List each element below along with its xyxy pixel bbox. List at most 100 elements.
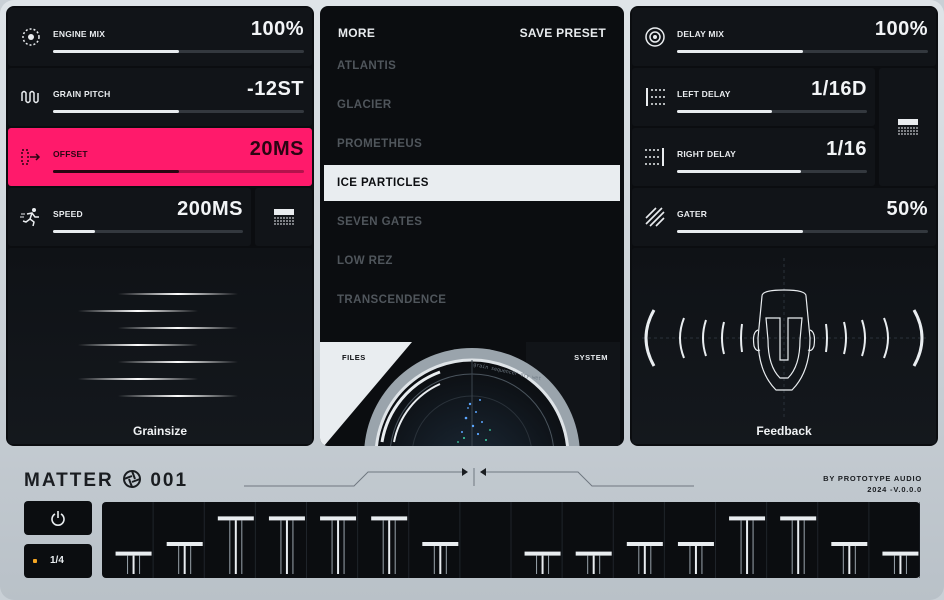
- step-fader[interactable]: [882, 551, 919, 574]
- diagonal-lines-icon: [645, 207, 665, 227]
- gater-label: GATER: [677, 209, 708, 219]
- offset-fill: [53, 170, 179, 173]
- right-delay-slider[interactable]: [677, 170, 867, 173]
- step-fader[interactable]: [371, 516, 408, 574]
- offset-value: 20MS: [249, 138, 304, 160]
- grain-pitch-control[interactable]: GRAIN PITCH -12ST: [8, 68, 312, 126]
- step-sequencer[interactable]: [102, 502, 920, 578]
- offset-slider[interactable]: [53, 170, 304, 173]
- grainsize-label: Grainsize: [132, 424, 188, 438]
- step-fader-cap[interactable]: [422, 542, 459, 546]
- step-fader-cap[interactable]: [524, 551, 561, 556]
- engine-mix-slider[interactable]: [53, 50, 304, 53]
- step-fader-cap[interactable]: [268, 516, 305, 521]
- offset-control[interactable]: OFFSET 20MS: [8, 128, 312, 186]
- speed-fill: [53, 230, 95, 233]
- step-fader-cap[interactable]: [217, 516, 254, 521]
- step-fader[interactable]: [575, 551, 612, 574]
- more-button[interactable]: MORE: [338, 26, 375, 40]
- right-delay-control[interactable]: RIGHT DELAY 1/16: [632, 128, 875, 186]
- step-fader[interactable]: [217, 516, 254, 574]
- gater-control[interactable]: GATER 50%: [632, 188, 936, 246]
- offset-arrow-icon: [21, 149, 41, 165]
- feedback-head-graphic: [642, 258, 926, 418]
- delay-mix-slider[interactable]: [677, 50, 928, 53]
- step-fader-cap[interactable]: [882, 551, 919, 556]
- step-fader[interactable]: [320, 516, 357, 574]
- maker-label: BY PROTOTYPE AUDIO: [823, 474, 922, 483]
- wave-icon: [21, 90, 39, 104]
- grain-pitch-label: GRAIN PITCH: [53, 89, 111, 99]
- step-fader-cap[interactable]: [677, 542, 714, 546]
- step-fader[interactable]: [831, 542, 868, 574]
- delay-mix-control[interactable]: DELAY MIX 100%: [632, 8, 936, 66]
- step-fader[interactable]: [524, 551, 561, 574]
- step-fader[interactable]: [729, 516, 766, 574]
- preset-item[interactable]: LOW REZ: [324, 243, 620, 279]
- grain-pitch-slider[interactable]: [53, 110, 304, 113]
- engine-mix-value: 100%: [250, 18, 304, 40]
- preset-item[interactable]: SEVEN GATES: [324, 204, 620, 240]
- preset-item[interactable]: ATLANTIS: [324, 48, 620, 84]
- gater-slider[interactable]: [677, 230, 928, 233]
- system-tab[interactable]: SYSTEM: [574, 353, 608, 362]
- left-delay-label: LEFT DELAY: [677, 89, 731, 99]
- gater-value: 50%: [886, 198, 928, 220]
- step-fader-cap[interactable]: [831, 542, 868, 546]
- center-panel: MORE SAVE PRESET ATLANTIS GLACIER PROMET…: [320, 6, 624, 446]
- brand-model: 001: [150, 470, 189, 491]
- preset-item-selected[interactable]: ICE PARTICLES: [324, 165, 620, 201]
- right-delay-label: RIGHT DELAY: [677, 149, 737, 159]
- right-delay-fill: [677, 170, 801, 173]
- speed-menu-button[interactable]: [255, 188, 312, 246]
- grainsize-visualizer[interactable]: Grainsize: [8, 248, 312, 444]
- step-fader-cap[interactable]: [166, 542, 203, 546]
- rate-button[interactable]: 1/4: [24, 544, 92, 578]
- feedback-visualizer[interactable]: Feedback: [632, 248, 936, 444]
- step-fader[interactable]: [115, 551, 152, 574]
- step-fader[interactable]: [422, 542, 459, 574]
- step-fader-cap[interactable]: [780, 516, 817, 521]
- sequencer-steps[interactable]: [102, 502, 920, 578]
- left-panel: ENGINE MIX 100% GRAIN PITCH -12ST OFFSET…: [6, 6, 314, 446]
- dot-grid-icon: [645, 148, 664, 166]
- power-button[interactable]: [24, 501, 92, 535]
- speed-control[interactable]: SPEED 200MS: [8, 188, 251, 246]
- step-fader-cap[interactable]: [575, 551, 612, 556]
- left-delay-slider[interactable]: [677, 110, 867, 113]
- rate-led-icon: [33, 559, 37, 563]
- gater-fill: [677, 230, 803, 233]
- preset-item[interactable]: PROMETHEUS: [324, 126, 620, 162]
- step-fader[interactable]: [268, 516, 305, 574]
- step-fader[interactable]: [780, 516, 817, 574]
- grain-pitch-value: -12ST: [247, 78, 304, 100]
- left-delay-control[interactable]: LEFT DELAY 1/16D: [632, 68, 875, 126]
- right-delay-value: 1/16: [826, 138, 867, 160]
- runner-icon: [20, 208, 39, 227]
- menu-bars-icon: [897, 119, 918, 135]
- files-tab[interactable]: FILES: [342, 353, 366, 362]
- preset-item[interactable]: GLACIER: [324, 87, 620, 123]
- aperture-logo-icon: [123, 470, 142, 488]
- save-preset-button[interactable]: SAVE PRESET: [520, 26, 606, 40]
- version-label: 2024 -V.0.0.0: [867, 485, 922, 494]
- power-icon: [51, 511, 65, 526]
- preset-item[interactable]: TRANSCENDENCE: [324, 282, 620, 318]
- step-fader-cap[interactable]: [626, 542, 663, 546]
- delay-mix-value: 100%: [874, 18, 928, 40]
- step-fader[interactable]: [166, 542, 203, 574]
- step-fader-cap[interactable]: [729, 516, 766, 521]
- speed-label: SPEED: [53, 209, 83, 219]
- step-fader[interactable]: [677, 542, 714, 574]
- step-fader-cap[interactable]: [115, 551, 152, 556]
- offset-label: OFFSET: [53, 149, 88, 159]
- left-delay-fill: [677, 110, 772, 113]
- step-fader-cap[interactable]: [371, 516, 408, 521]
- brand-name: MATTER: [24, 470, 114, 491]
- speed-value: 200MS: [177, 198, 243, 220]
- engine-mix-control[interactable]: ENGINE MIX 100%: [8, 8, 312, 66]
- delay-menu-button[interactable]: [879, 68, 936, 186]
- step-fader-cap[interactable]: [320, 516, 357, 521]
- step-fader[interactable]: [626, 542, 663, 574]
- speed-slider[interactable]: [53, 230, 243, 233]
